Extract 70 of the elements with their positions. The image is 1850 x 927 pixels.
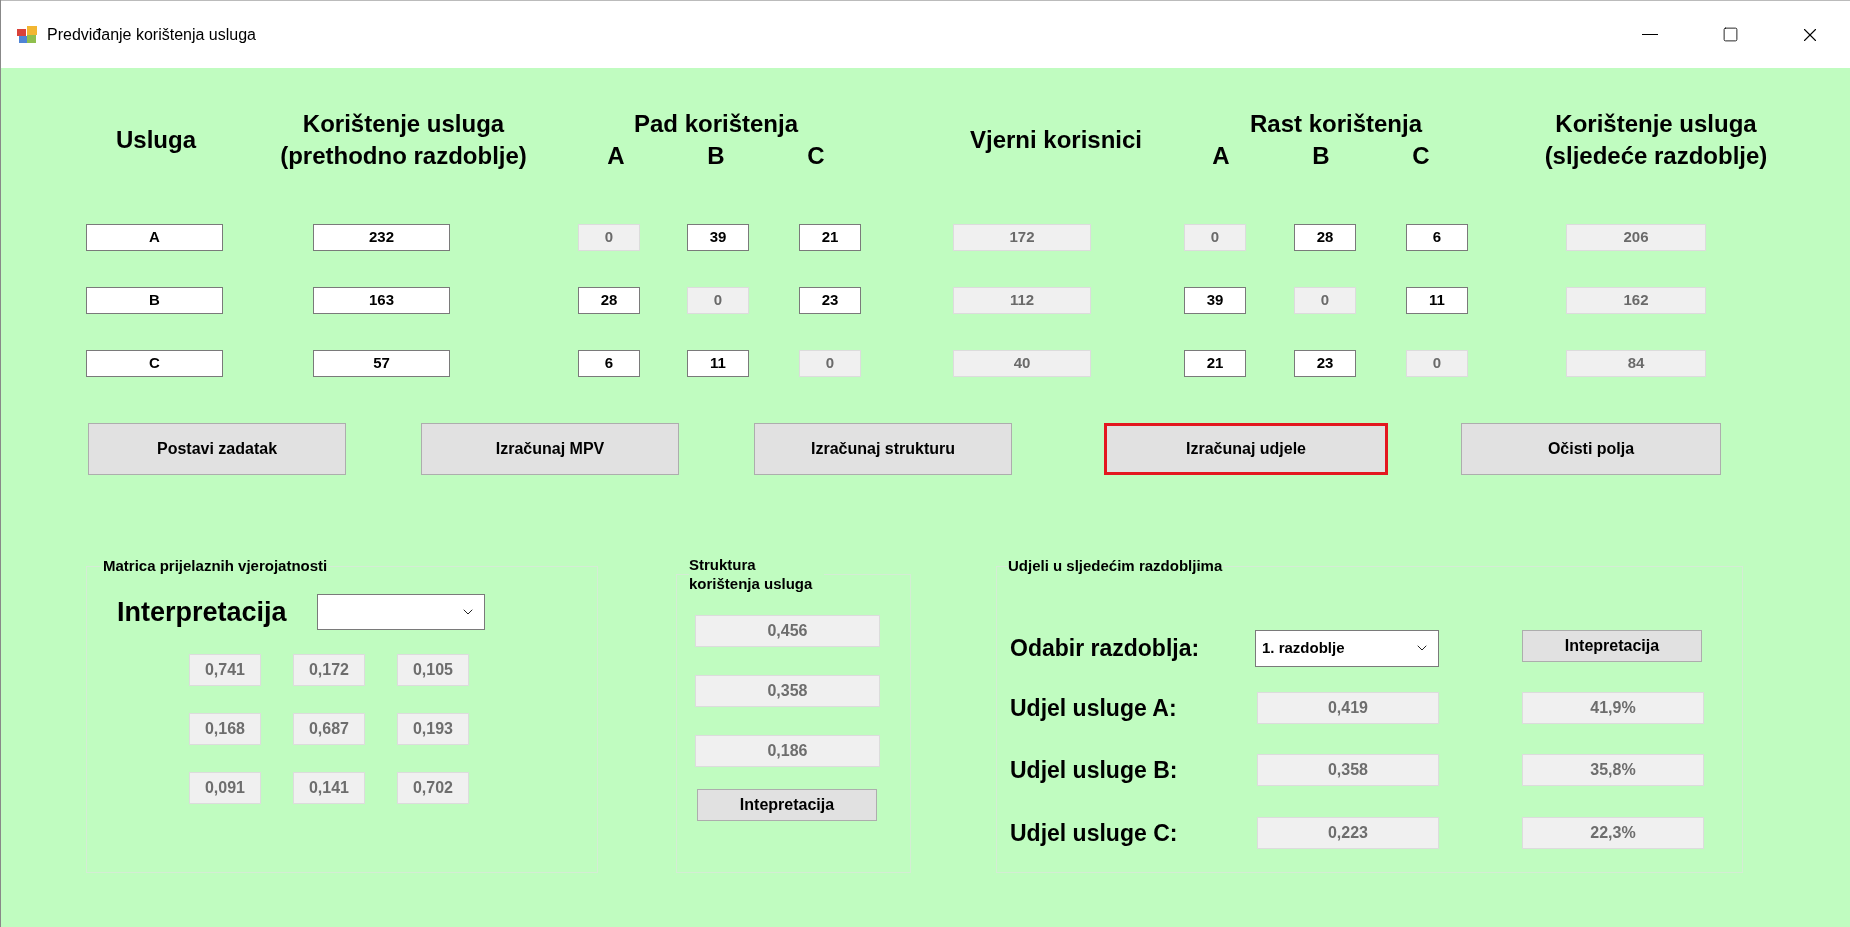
dropdown-value: 1. razdoblje: [1262, 637, 1345, 658]
text-field[interactable]: 232: [313, 224, 450, 251]
column-header: B: [706, 141, 726, 171]
text-field[interactable]: 28: [578, 287, 640, 314]
column-header: Usluga: [115, 125, 198, 155]
column-header: Vjerni korisnici: [968, 125, 1144, 155]
read-only-field: 0,141: [293, 772, 365, 804]
text-field[interactable]: 23: [799, 287, 861, 314]
interpretation-button[interactable]: Intepretacija: [697, 789, 877, 821]
read-only-field: 41,9%: [1522, 691, 1704, 724]
app-icon: [17, 25, 37, 44]
read-only-field: 0,741: [189, 654, 261, 686]
maximize-icon: [1721, 26, 1739, 43]
column-header: C: [806, 141, 826, 171]
group-title: Udjeli u sljedećim razdobljima: [1008, 556, 1223, 576]
read-only-field: 0,456: [695, 615, 880, 647]
read-only-field: 0,172: [293, 654, 365, 686]
read-only-field: 0,687: [293, 713, 365, 745]
read-only-field: 0,358: [1257, 754, 1439, 787]
text-field[interactable]: 21: [1184, 350, 1246, 377]
period-dropdown[interactable]: 1. razdoblje: [1255, 629, 1439, 667]
read-only-field: 0,091: [189, 772, 261, 804]
window-title: Predviđanje korištenja usluga: [47, 24, 256, 45]
share-label: Udjel usluge C:: [1010, 818, 1179, 848]
read-only-field: 22,3%: [1522, 816, 1704, 849]
text-field[interactable]: 39: [687, 224, 749, 251]
text-field[interactable]: 21: [799, 224, 861, 251]
read-only-field: 0,358: [695, 675, 880, 707]
text-field[interactable]: B: [86, 287, 223, 314]
read-only-field: 0,168: [189, 713, 261, 745]
read-only-field: 35,8%: [1522, 754, 1704, 787]
column-header: A: [1211, 141, 1231, 171]
interpretation-label: Interpretacija: [117, 595, 287, 629]
text-field[interactable]: A: [86, 224, 223, 251]
column-header: Rast korištenja: [1248, 109, 1424, 139]
column-header: A: [606, 141, 626, 171]
read-only-field: 0,419: [1257, 691, 1439, 724]
dropdown[interactable]: [316, 593, 485, 630]
text-field[interactable]: 39: [1184, 287, 1246, 314]
group-title: Matrica prijelaznih vjerojatnosti: [102, 556, 329, 576]
read-only-field: 0,105: [397, 654, 469, 686]
action-button[interactable]: Izračunaj udjele: [1104, 423, 1388, 475]
action-button[interactable]: Postavi zadatak: [88, 423, 346, 475]
text-field[interactable]: 163: [313, 287, 450, 314]
column-header: C: [1411, 141, 1431, 171]
group-title: Struktura korištenja usluga: [689, 555, 814, 593]
action-button[interactable]: Izračunaj MPV: [421, 423, 679, 475]
column-header: Korištenje usluga (sljedeće razdoblje): [1543, 109, 1769, 171]
text-field[interactable]: 57: [313, 350, 450, 377]
column-header: Korištenje usluga (prethodno razdoblje): [279, 109, 528, 171]
text-field[interactable]: 11: [687, 350, 749, 377]
column-header: B: [1311, 141, 1331, 171]
interpretation-button[interactable]: Intepretacija: [1522, 629, 1702, 662]
read-only-field: 0,193: [397, 713, 469, 745]
text-field[interactable]: C: [86, 350, 223, 377]
text-field[interactable]: 6: [578, 350, 640, 377]
column-header: Pad korištenja: [632, 109, 800, 139]
text-field[interactable]: 11: [1406, 287, 1468, 314]
text-field[interactable]: 23: [1294, 350, 1356, 377]
text-field[interactable]: 28: [1294, 224, 1356, 251]
read-only-field: 0,702: [397, 772, 469, 804]
share-label: Udjel usluge A:: [1010, 693, 1178, 723]
action-button[interactable]: Očisti polja: [1461, 423, 1721, 475]
share-label: Udjel usluge B:: [1010, 756, 1179, 785]
period-label: Odabir razdoblja:: [1010, 633, 1201, 663]
text-field[interactable]: 6: [1406, 224, 1468, 251]
read-only-field: 0,223: [1257, 816, 1439, 849]
action-button[interactable]: Izračunaj strukturu: [754, 423, 1012, 475]
read-only-field: 0,186: [695, 735, 880, 767]
minimize-icon: [1642, 34, 1658, 35]
